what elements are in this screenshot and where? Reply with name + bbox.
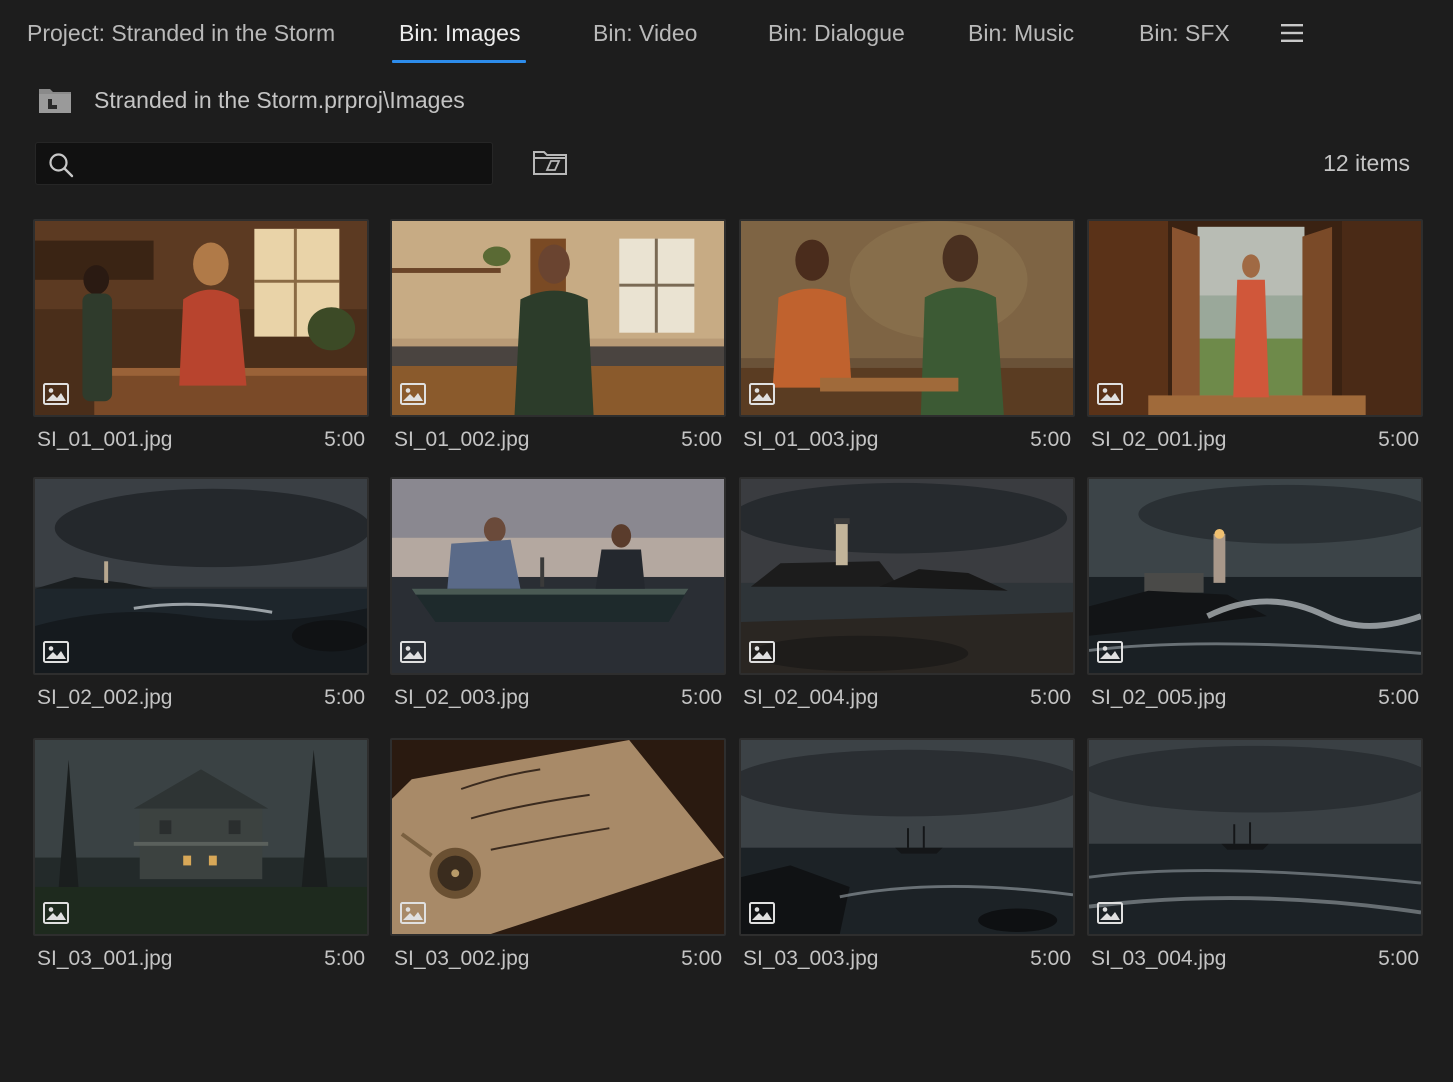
item-duration: 5:00 (681, 428, 722, 451)
tab-bin-sfx[interactable]: Bin: SFX (1139, 14, 1230, 54)
search-input[interactable] (86, 147, 486, 183)
kitchen-scene-thumbnail (35, 221, 367, 415)
item-duration: 5:00 (324, 947, 365, 970)
item-filename: SI_02_004.jpg (743, 686, 879, 709)
note-compass-thumbnail (392, 740, 724, 934)
thumbnail (33, 477, 369, 675)
thumbnail (33, 219, 369, 417)
item-duration: 5:00 (324, 428, 365, 451)
image-type-icon (1097, 902, 1123, 924)
item-duration: 5:00 (324, 686, 365, 709)
kitchen-scene-thumbnail (392, 221, 724, 415)
grid-item[interactable]: SI_03_004.jpg 5:00 (1087, 738, 1423, 988)
tab-project[interactable]: Project: Stranded in the Storm (27, 14, 335, 54)
tab-bin-dialogue[interactable]: Bin: Dialogue (768, 14, 905, 54)
grid-item[interactable]: SI_02_004.jpg 5:00 (739, 477, 1075, 727)
bin-folder-icon (39, 89, 71, 113)
panel-menu-icon[interactable] (1280, 22, 1304, 44)
image-type-icon (400, 641, 426, 663)
grid-item[interactable]: SI_03_001.jpg 5:00 (33, 738, 369, 988)
item-duration: 5:00 (1030, 947, 1071, 970)
tab-bar: Project: Stranded in the Storm Bin: Imag… (0, 0, 1453, 66)
thumbnail (1087, 477, 1423, 675)
grid-item[interactable]: SI_01_001.jpg 5:00 (33, 219, 369, 469)
image-type-icon (749, 902, 775, 924)
item-duration: 5:00 (1030, 428, 1071, 451)
image-type-icon (43, 902, 69, 924)
grid-item[interactable]: SI_03_002.jpg 5:00 (390, 738, 726, 988)
item-duration: 5:00 (681, 686, 722, 709)
grid-item[interactable]: SI_01_003.jpg 5:00 (739, 219, 1075, 469)
item-filename: SI_01_001.jpg (37, 428, 173, 451)
item-filename: SI_02_002.jpg (37, 686, 173, 709)
grid-item[interactable]: SI_01_002.jpg 5:00 (390, 219, 726, 469)
image-type-icon (1097, 641, 1123, 663)
item-filename: SI_03_002.jpg (394, 947, 530, 970)
grid-item[interactable]: SI_02_003.jpg 5:00 (390, 477, 726, 727)
bin-path-breadcrumb: Stranded in the Storm.prproj\Images (94, 87, 465, 113)
item-filename: SI_03_003.jpg (743, 947, 879, 970)
grid-item[interactable]: SI_03_003.jpg 5:00 (739, 738, 1075, 988)
thumbnail (739, 477, 1075, 675)
item-filename: SI_03_001.jpg (37, 947, 173, 970)
storm-coast-thumbnail (35, 479, 367, 673)
item-duration: 5:00 (1378, 686, 1419, 709)
item-filename: SI_01_003.jpg (743, 428, 879, 451)
image-type-icon (400, 383, 426, 405)
item-filename: SI_01_002.jpg (394, 428, 530, 451)
rowboat-scene-thumbnail (392, 479, 724, 673)
item-filename: SI_02_005.jpg (1091, 686, 1227, 709)
ship-sea-thumbnail (1089, 740, 1421, 934)
doorway-scene-thumbnail (1089, 221, 1421, 415)
image-type-icon (43, 641, 69, 663)
search-field[interactable] (35, 142, 493, 185)
tab-bin-music[interactable]: Bin: Music (968, 14, 1074, 54)
old-house-thumbnail (35, 740, 367, 934)
lighthouse-rocks-thumbnail (741, 479, 1073, 673)
grid-item[interactable]: SI_02_001.jpg 5:00 (1087, 219, 1423, 469)
item-duration: 5:00 (1378, 947, 1419, 970)
item-filename: SI_02_003.jpg (394, 686, 530, 709)
project-panel: Project: Stranded in the Storm Bin: Imag… (0, 0, 1453, 1082)
thumbnail (1087, 219, 1423, 417)
new-search-bin-icon[interactable] (532, 148, 568, 176)
thumbnail (390, 477, 726, 675)
thumbnail (739, 738, 1075, 936)
image-type-icon (43, 383, 69, 405)
item-duration: 5:00 (681, 947, 722, 970)
search-icon (49, 153, 74, 178)
lighthouse-waves-thumbnail (1089, 479, 1421, 673)
thumbnail (390, 219, 726, 417)
item-filename: SI_02_001.jpg (1091, 428, 1227, 451)
image-type-icon (400, 902, 426, 924)
thumbnail (739, 219, 1075, 417)
image-type-icon (749, 641, 775, 663)
item-duration: 5:00 (1378, 428, 1419, 451)
thumbnail (1087, 738, 1423, 936)
grid-item[interactable]: SI_02_002.jpg 5:00 (33, 477, 369, 727)
thumbnail (390, 738, 726, 936)
active-tab-indicator (392, 60, 526, 63)
item-duration: 5:00 (1030, 686, 1071, 709)
image-type-icon (749, 383, 775, 405)
item-count: 12 items (1323, 150, 1410, 176)
tab-bin-images[interactable]: Bin: Images (399, 14, 520, 54)
item-filename: SI_03_004.jpg (1091, 947, 1227, 970)
grid-item[interactable]: SI_02_005.jpg 5:00 (1087, 477, 1423, 727)
thumbnail (33, 738, 369, 936)
image-type-icon (1097, 383, 1123, 405)
tab-bin-video[interactable]: Bin: Video (593, 14, 697, 54)
ship-rocks-thumbnail (741, 740, 1073, 934)
kitchen-scene-thumbnail (741, 221, 1073, 415)
